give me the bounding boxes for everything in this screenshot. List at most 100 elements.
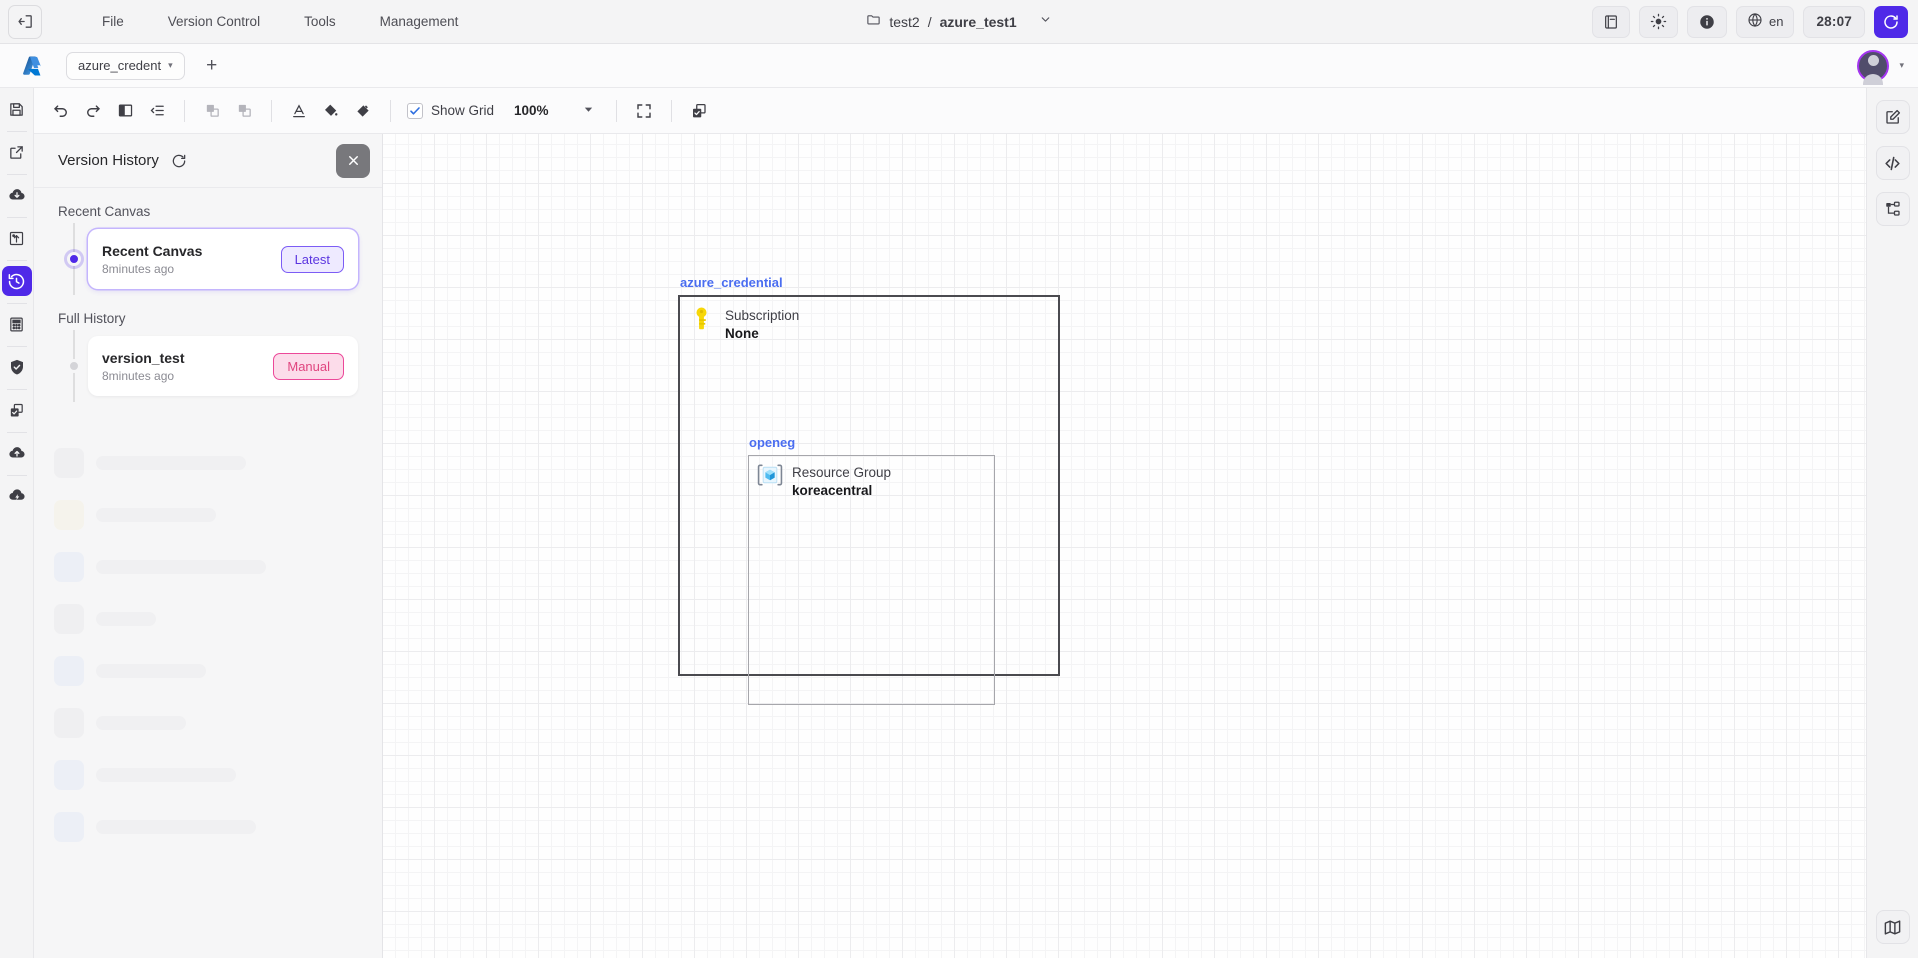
canvas-toolbar: Show Grid 100% [34, 88, 1866, 134]
version-history-panel: Version History Recent Canvas Recent Can… [34, 134, 383, 958]
info-icon[interactable] [1687, 5, 1727, 38]
shield-check-icon[interactable] [2, 352, 32, 382]
version-timeline-dot-active [67, 252, 81, 266]
account-chevron-down-icon[interactable]: ▾ [1899, 60, 1904, 71]
select-all-icon[interactable] [684, 96, 714, 126]
diagram-canvas[interactable]: azure_credential Subscription None opene… [383, 134, 1866, 958]
menu-item-file[interactable]: File [80, 8, 146, 35]
text-color-icon[interactable] [284, 96, 314, 126]
panel-collapse-icon[interactable] [8, 4, 42, 39]
right-tool-rail [1866, 88, 1918, 958]
language-label: en [1769, 14, 1784, 29]
add-tab-button[interactable]: + [199, 53, 225, 79]
tab-azure-credent[interactable]: azure_credent ▾ [66, 51, 185, 80]
tab-bar: azure_credent ▾ + ▾ [0, 44, 1918, 88]
panel-header: Version History [34, 134, 382, 188]
resource-group-cube-icon [757, 463, 783, 492]
breadcrumb-project: test2 [889, 13, 920, 30]
calculator-icon[interactable] [2, 309, 32, 339]
top-bar-left [0, 4, 42, 39]
version-card-version-test[interactable]: version_test 8minutes ago Manual [88, 336, 358, 396]
download-cloud-icon[interactable] [2, 180, 32, 210]
stage: Version History Recent Canvas Recent Can… [34, 134, 1866, 958]
version-row-version-test: version_test 8minutes ago Manual [58, 330, 358, 402]
key-icon [690, 306, 713, 337]
version-name: version_test [102, 349, 185, 366]
fullscreen-icon[interactable] [629, 96, 659, 126]
node-type-label: Resource Group [792, 465, 892, 480]
export-icon[interactable] [2, 137, 32, 167]
show-grid-checkbox[interactable] [407, 102, 423, 119]
node-value-label: koreacentral [792, 483, 873, 498]
menu-item-tools[interactable]: Tools [282, 8, 358, 35]
map-icon[interactable] [1875, 910, 1910, 944]
indent-icon[interactable] [142, 96, 172, 126]
version-row-recent-canvas: Recent Canvas 8minutes ago Latest [58, 223, 358, 295]
code-icon[interactable] [1875, 146, 1910, 180]
language-selector[interactable]: en [1736, 5, 1795, 38]
panel-body: Recent Canvas Recent Canvas 8minutes ago… [34, 188, 382, 958]
paint-bucket-icon[interactable] [348, 96, 378, 126]
show-grid-label: Show Grid [431, 103, 495, 118]
group-icon[interactable] [197, 96, 227, 126]
session-timer[interactable]: 28:07 [1803, 5, 1865, 38]
folder-icon [866, 12, 881, 32]
canvas-tabs: azure_credent ▾ + [66, 51, 225, 80]
fill-color-icon[interactable] [316, 96, 346, 126]
main-column: Show Grid 100% Version History Recent Ca… [34, 88, 1866, 958]
sun-icon[interactable] [1639, 5, 1678, 38]
left-tool-rail [0, 88, 34, 958]
history-clock-icon[interactable] [1, 266, 32, 296]
hierarchy-icon[interactable] [1875, 192, 1910, 226]
panel-title: Version History [58, 152, 159, 169]
node-azure-credential[interactable]: azure_credential Subscription None opene… [678, 275, 1060, 705]
account-area: ▾ [1857, 49, 1918, 85]
close-icon[interactable] [336, 143, 370, 178]
main-menu: File Version Control Tools Management [80, 8, 480, 35]
version-badge-manual[interactable]: Manual [273, 352, 344, 380]
avatar[interactable] [1857, 49, 1890, 85]
canvas-grid [383, 134, 1866, 958]
duplicate-check-icon[interactable] [2, 395, 32, 425]
refresh-icon[interactable] [171, 153, 187, 169]
save-icon[interactable] [2, 94, 32, 124]
node-type-label: Subscription [725, 308, 800, 323]
section-label-full-history: Full History [58, 311, 126, 326]
ungroup-icon[interactable] [229, 96, 259, 126]
menu-item-management[interactable]: Management [358, 8, 481, 35]
redo-icon[interactable] [78, 96, 108, 126]
zoom-chevron-down-icon[interactable] [577, 98, 600, 123]
top-bar: File Version Control Tools Management te… [0, 0, 1918, 44]
undo-icon[interactable] [46, 96, 76, 126]
upload-cloud-icon[interactable] [2, 438, 32, 468]
edit-note-icon[interactable] [1875, 100, 1910, 134]
node-openeg[interactable]: openeg Resource Group koreacentral [748, 435, 995, 705]
book-icon[interactable] [1592, 5, 1630, 38]
node-label-azure-credential: azure_credential [680, 275, 783, 290]
panel-faded-background [34, 448, 382, 958]
breadcrumb-file: azure_test1 [939, 13, 1017, 30]
deploy-cloud-icon[interactable] [2, 481, 32, 511]
sync-icon[interactable] [1874, 5, 1908, 38]
version-badge-latest[interactable]: Latest [280, 245, 344, 273]
node-value-label: None [725, 326, 759, 341]
tab-label: azure_credent [78, 58, 162, 73]
app-root: File Version Control Tools Management te… [0, 0, 1918, 958]
version-name: Recent Canvas [102, 242, 203, 259]
azure-logo-icon [0, 53, 66, 79]
node-label-openeg: openeg [749, 435, 796, 450]
show-grid-toggle[interactable]: Show Grid [407, 102, 495, 119]
menu-item-version-control[interactable]: Version Control [146, 8, 282, 35]
chevron-down-icon[interactable] [1039, 13, 1052, 31]
split-panel-icon[interactable] [110, 96, 140, 126]
import-arrow-icon[interactable] [2, 223, 32, 253]
zoom-level: 100% [514, 103, 549, 118]
breadcrumb-separator: / [927, 13, 932, 30]
section-label-recent-canvas: Recent Canvas [58, 204, 151, 219]
chevron-down-icon[interactable]: ▾ [168, 60, 173, 71]
version-timeline-dot [67, 359, 81, 373]
node-header: Resource Group koreacentral [749, 456, 994, 498]
breadcrumb[interactable]: test2 / azure_test1 [866, 12, 1051, 32]
version-card-recent-canvas[interactable]: Recent Canvas 8minutes ago Latest [88, 229, 358, 289]
body: Show Grid 100% Version History Recent Ca… [0, 88, 1918, 958]
